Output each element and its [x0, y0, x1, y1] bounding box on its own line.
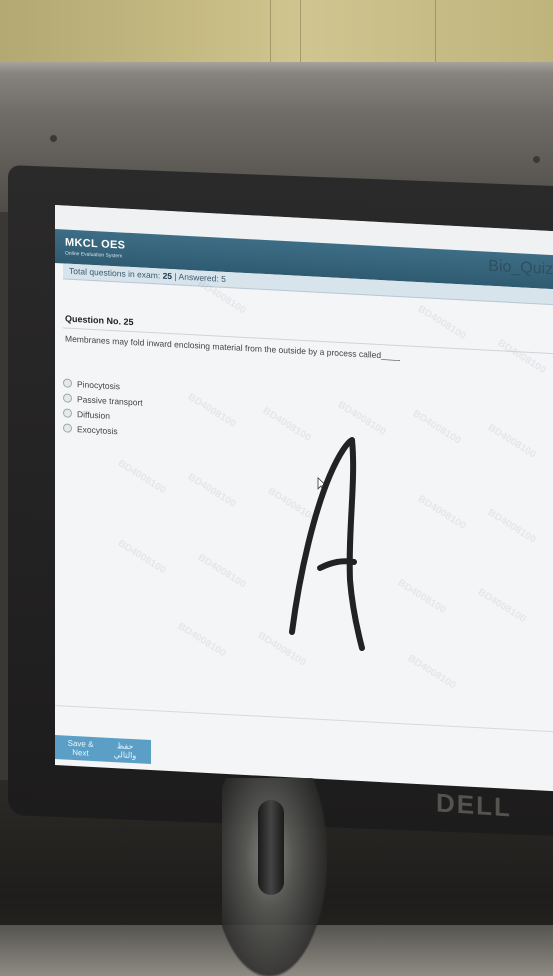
watermark: BD4008100 [410, 408, 463, 447]
hutch-lip [0, 62, 553, 74]
app-brand: MKCL OES [65, 236, 126, 252]
radio-button[interactable] [63, 408, 72, 418]
watermark: BD4008100 [395, 577, 448, 616]
watermark: BD4008100 [115, 537, 168, 577]
question-number: Question No. 25 [65, 313, 134, 328]
watermark: BD4008100 [485, 422, 538, 461]
radio-button[interactable] [63, 378, 72, 388]
watermark: BD4008100 [405, 653, 458, 692]
watermark: BD4008100 [415, 493, 468, 532]
save-next-label: Save & Next [67, 738, 94, 758]
radio-button[interactable] [63, 393, 72, 403]
watermark: BD4008100 [115, 457, 168, 497]
radio-button[interactable] [63, 423, 72, 433]
option-label: Pinocytosis [77, 378, 120, 391]
screw-icon [533, 156, 540, 163]
watermark: BD4008100 [175, 621, 228, 660]
watermark: BD4008100 [185, 471, 238, 510]
cable-tie [258, 800, 284, 895]
status-separator: | [174, 271, 177, 282]
watermark: BD4008100 [485, 507, 538, 546]
total-questions-value: 25 [162, 270, 173, 282]
watermark: BD4008100 [495, 337, 548, 377]
option-exocytosis[interactable]: Exocytosis [63, 420, 143, 439]
save-and-next-button[interactable]: Save & Next حفظ والتالي [55, 734, 151, 765]
watermark: BD4008100 [415, 303, 468, 342]
screw-icon [50, 135, 57, 142]
total-questions-label: Total questions in exam: [69, 265, 161, 281]
option-label: Passive transport [77, 393, 143, 408]
answered-value: 5 [221, 273, 226, 284]
watermark: BD4008100 [185, 391, 238, 430]
app-brand-subtitle: Online Evaluation System [65, 250, 123, 260]
option-label: Diffusion [77, 408, 110, 421]
handwritten-letter-a [289, 437, 365, 651]
save-next-label-arabic: حفظ والتالي [113, 741, 137, 761]
option-label: Exocytosis [77, 423, 118, 436]
watermark: BD4008100 [195, 552, 248, 591]
answer-options: Pinocytosis Passive transport Diffusion … [63, 375, 143, 439]
question-text: Membranes may fold inward enclosing mate… [65, 333, 400, 362]
monitor-brand-logo: DELL [436, 787, 512, 823]
watermark: BD4008100 [475, 586, 528, 626]
